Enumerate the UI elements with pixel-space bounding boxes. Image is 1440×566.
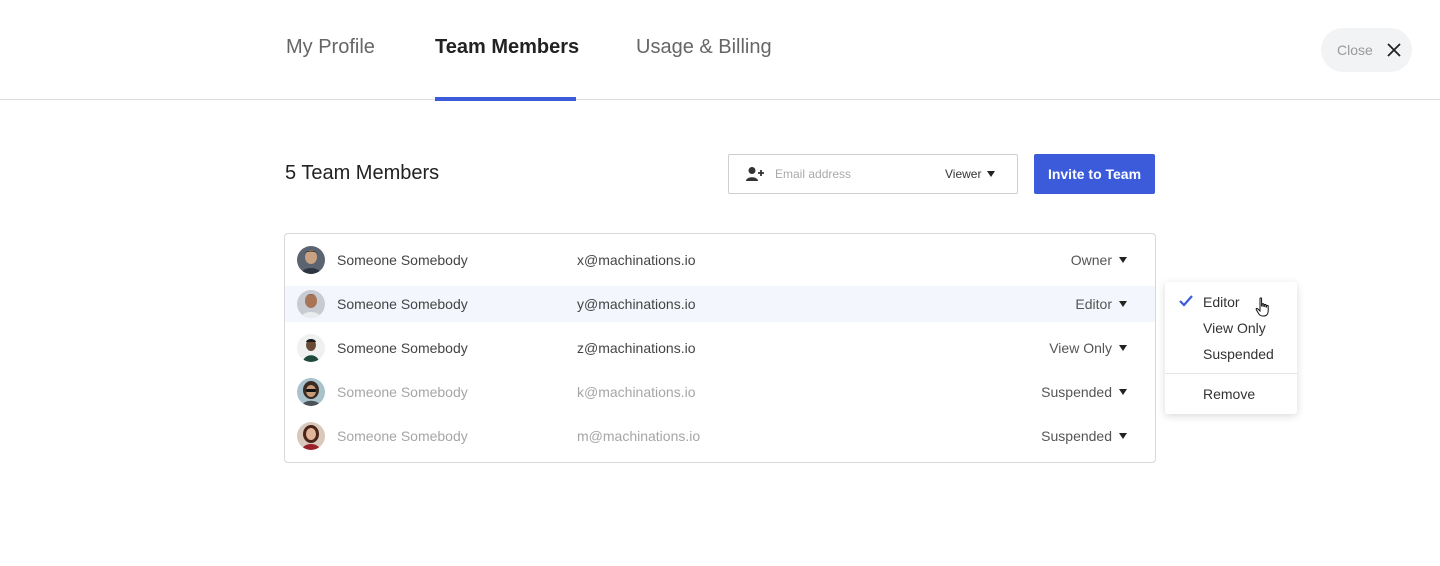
close-icon bbox=[1387, 43, 1401, 57]
member-role-select[interactable]: Suspended bbox=[1041, 384, 1127, 400]
checkmark-icon bbox=[1179, 295, 1193, 307]
close-label: Close bbox=[1337, 42, 1373, 58]
member-name: Someone Somebody bbox=[337, 252, 468, 268]
member-email: m@machinations.io bbox=[577, 428, 701, 444]
menu-divider bbox=[1165, 373, 1297, 374]
avatar bbox=[297, 378, 325, 406]
menu-item-editor[interactable]: Editor bbox=[1203, 294, 1240, 310]
avatar bbox=[297, 334, 325, 362]
menu-item-suspended[interactable]: Suspended bbox=[1203, 346, 1274, 362]
table-row: Someone Somebody m@machinations.io Suspe… bbox=[285, 418, 1155, 454]
role-dropdown-menu: Editor View Only Suspended Remove bbox=[1165, 282, 1297, 414]
hand-pointer-cursor-icon bbox=[1255, 297, 1269, 317]
member-role-value: Suspended bbox=[1041, 428, 1112, 444]
top-navigation: My Profile Team Members Usage & Billing … bbox=[0, 0, 1440, 101]
member-role-select[interactable]: Owner bbox=[1071, 252, 1127, 268]
member-name: Someone Somebody bbox=[337, 340, 468, 356]
member-role-value: View Only bbox=[1049, 340, 1112, 356]
member-role-value: Suspended bbox=[1041, 384, 1112, 400]
invite-role-value: Viewer bbox=[945, 167, 982, 181]
chevron-down-icon bbox=[1119, 301, 1127, 307]
member-email: x@machinations.io bbox=[577, 252, 696, 268]
user-plus-icon bbox=[746, 167, 764, 181]
table-row: Someone Somebody z@machinations.io View … bbox=[285, 330, 1155, 366]
chevron-down-icon bbox=[1119, 345, 1127, 351]
tab-team-members[interactable]: Team Members bbox=[435, 36, 579, 101]
chevron-down-icon bbox=[1119, 433, 1127, 439]
member-role-select[interactable]: Editor bbox=[1075, 296, 1127, 312]
menu-item-view-only[interactable]: View Only bbox=[1203, 320, 1266, 336]
email-input[interactable] bbox=[775, 167, 945, 181]
member-name: Someone Somebody bbox=[337, 296, 468, 312]
table-row: Someone Somebody x@machinations.io Owner bbox=[285, 242, 1155, 278]
member-role-value: Owner bbox=[1070, 252, 1112, 268]
member-role-select[interactable]: View Only bbox=[1049, 340, 1127, 356]
avatar bbox=[297, 422, 325, 450]
team-members-list: Someone Somebody x@machinations.io Owner… bbox=[284, 233, 1156, 463]
chevron-down-icon bbox=[987, 171, 996, 177]
member-name: Someone Somebody bbox=[337, 384, 468, 400]
member-role-select[interactable]: Suspended bbox=[1041, 428, 1127, 444]
avatar bbox=[297, 290, 325, 318]
invite-to-team-button[interactable]: Invite to Team bbox=[1034, 154, 1155, 194]
close-button[interactable]: Close bbox=[1321, 28, 1412, 72]
avatar bbox=[297, 246, 325, 274]
table-row: Someone Somebody k@machinations.io Suspe… bbox=[285, 374, 1155, 410]
chevron-down-icon bbox=[1119, 389, 1127, 395]
tab-my-profile[interactable]: My Profile bbox=[286, 36, 375, 100]
member-email: y@machinations.io bbox=[577, 296, 696, 312]
member-email: k@machinations.io bbox=[577, 384, 696, 400]
invite-email-field: Viewer bbox=[728, 154, 1018, 194]
tab-usage-billing[interactable]: Usage & Billing bbox=[636, 36, 772, 100]
page-title: 5 Team Members bbox=[285, 162, 440, 184]
menu-item-remove[interactable]: Remove bbox=[1203, 386, 1255, 402]
invite-role-select[interactable]: Viewer bbox=[945, 167, 996, 181]
table-row: Someone Somebody y@machinations.io Edito… bbox=[285, 286, 1155, 322]
member-name: Someone Somebody bbox=[337, 428, 468, 444]
member-role-value: Editor bbox=[1075, 296, 1112, 312]
chevron-down-icon bbox=[1119, 257, 1127, 263]
member-email: z@machinations.io bbox=[577, 340, 696, 356]
